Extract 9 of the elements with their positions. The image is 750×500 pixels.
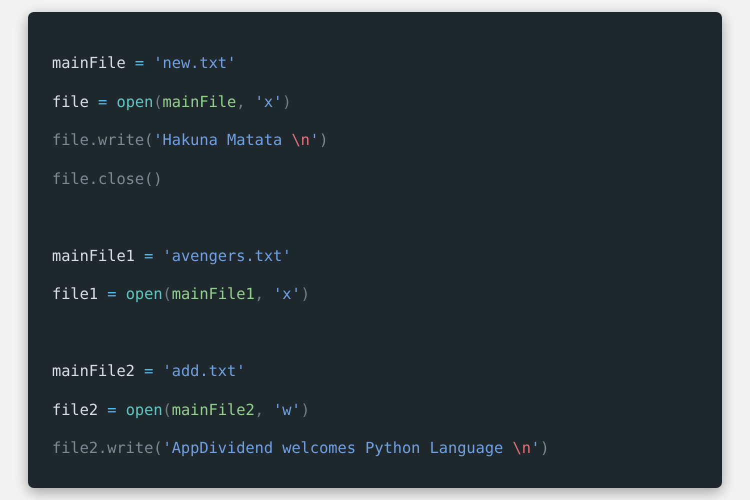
code-line: file2.write('AppDividend welcomes Python Language \n'): [52, 438, 550, 459]
code-line: file2 = open(mainFile2, 'w'): [52, 400, 310, 420]
code-line: file1 = open(mainFile1, 'x'): [52, 284, 310, 305]
code-line: file.close(): [52, 168, 163, 190]
code-line: file = open(mainFile, 'x'): [52, 92, 292, 112]
code-line: file.write('Hakuna Matata \n'): [52, 130, 328, 151]
code-line: mainFile2 = 'add.txt': [52, 361, 246, 382]
code-line: mainFile = 'new.txt': [52, 53, 236, 74]
code-line: mainFile1 = 'avengers.txt': [52, 246, 292, 266]
